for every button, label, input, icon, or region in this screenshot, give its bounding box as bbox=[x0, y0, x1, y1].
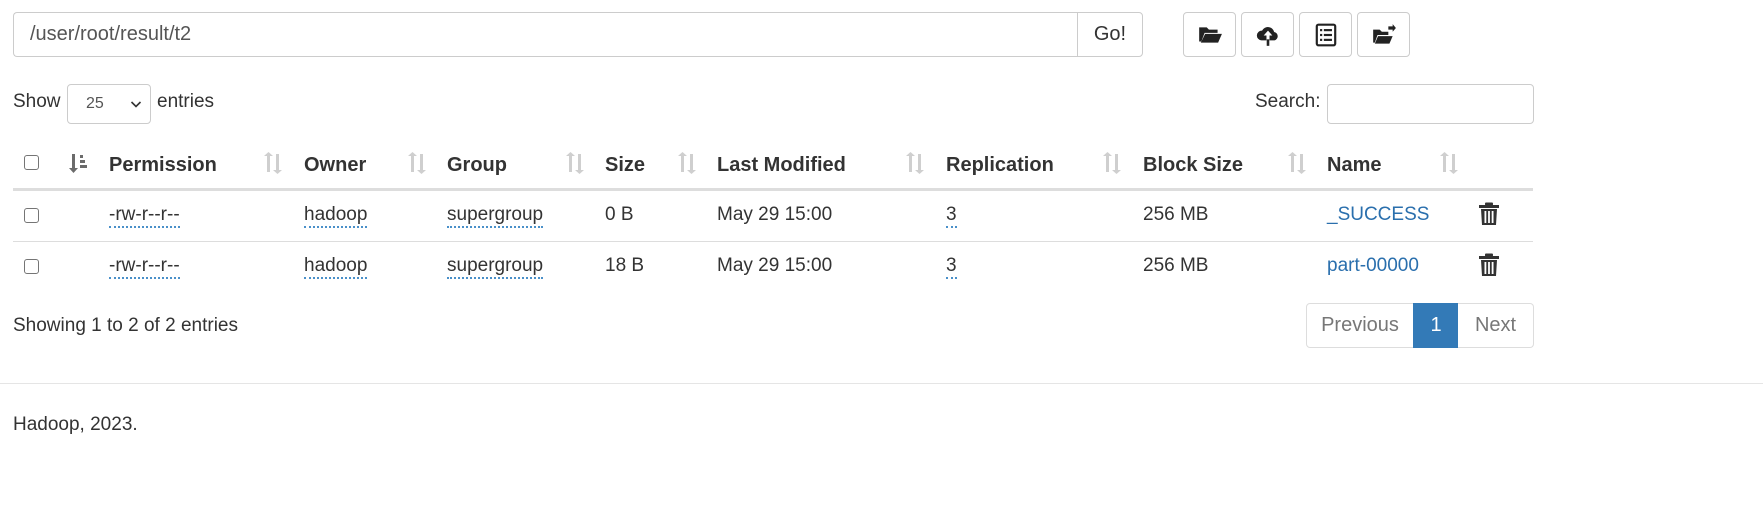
trash-icon[interactable] bbox=[1478, 202, 1500, 226]
owner-cell[interactable]: hadoop bbox=[304, 254, 368, 279]
sort-both-icon[interactable] bbox=[676, 152, 698, 174]
create-directory-button[interactable] bbox=[1183, 12, 1236, 57]
file-name-link[interactable]: part-00000 bbox=[1327, 254, 1419, 278]
table-header-divider bbox=[13, 188, 1533, 191]
column-header-block-size[interactable]: Block Size bbox=[1143, 152, 1243, 178]
block-size-cell: 256 MB bbox=[1143, 204, 1209, 225]
row-divider bbox=[13, 241, 1533, 242]
sort-both-icon[interactable] bbox=[1438, 152, 1460, 174]
show-label: Show bbox=[13, 91, 61, 112]
permission-cell[interactable]: -rw-r--r-- bbox=[109, 254, 180, 279]
column-header-last-modified[interactable]: Last Modified bbox=[717, 152, 846, 178]
page-1-button[interactable]: 1 bbox=[1413, 303, 1459, 348]
modified-cell: May 29 15:00 bbox=[717, 204, 833, 225]
sort-both-icon[interactable] bbox=[904, 152, 926, 174]
column-header-name[interactable]: Name bbox=[1327, 152, 1381, 178]
column-header-owner[interactable]: Owner bbox=[304, 152, 366, 178]
owner-cell[interactable]: hadoop bbox=[304, 203, 368, 228]
file-name-link[interactable]: _SUCCESS bbox=[1327, 203, 1429, 227]
size-cell: 18 B bbox=[605, 255, 645, 276]
next-page-button[interactable]: Next bbox=[1458, 303, 1534, 348]
footer-divider bbox=[0, 383, 1763, 384]
block-size-cell: 256 MB bbox=[1143, 255, 1209, 276]
search-label: Search: bbox=[1255, 91, 1321, 112]
modified-cell: May 29 15:00 bbox=[717, 255, 833, 276]
footer-text: Hadoop, 2023. bbox=[13, 414, 138, 435]
chevron-down-icon bbox=[130, 101, 142, 108]
row-checkbox[interactable] bbox=[24, 208, 39, 223]
replication-cell[interactable]: 3 bbox=[946, 254, 957, 279]
table-info: Showing 1 to 2 of 2 entries bbox=[13, 315, 238, 336]
column-header-size[interactable]: Size bbox=[605, 152, 645, 178]
sort-both-icon[interactable] bbox=[1101, 152, 1123, 174]
trash-icon[interactable] bbox=[1478, 253, 1500, 277]
sort-both-icon[interactable] bbox=[406, 152, 428, 174]
size-cell: 0 B bbox=[605, 204, 634, 225]
select-all-checkbox[interactable] bbox=[24, 155, 39, 170]
row-checkbox[interactable] bbox=[24, 259, 39, 274]
group-cell[interactable]: supergroup bbox=[447, 203, 544, 228]
column-header-replication[interactable]: Replication bbox=[946, 152, 1054, 178]
list-alt-icon bbox=[1315, 23, 1336, 46]
entries-label: entries bbox=[157, 91, 215, 112]
sort-both-icon[interactable] bbox=[564, 152, 586, 174]
sort-both-icon[interactable] bbox=[1286, 152, 1308, 174]
view-button[interactable] bbox=[1299, 12, 1352, 57]
permission-cell[interactable]: -rw-r--r-- bbox=[109, 203, 180, 228]
move-button[interactable] bbox=[1357, 12, 1410, 57]
replication-cell[interactable]: 3 bbox=[946, 203, 957, 228]
go-button[interactable]: Go! bbox=[1077, 12, 1143, 57]
entries-per-page-value: 25 bbox=[86, 95, 104, 112]
folder-open-icon bbox=[1198, 26, 1222, 43]
path-input[interactable] bbox=[13, 12, 1078, 57]
sort-ascending-icon[interactable] bbox=[67, 152, 89, 174]
cloud-upload-icon bbox=[1256, 26, 1278, 46]
upload-button[interactable] bbox=[1241, 12, 1294, 57]
column-header-group[interactable]: Group bbox=[447, 152, 507, 178]
search-input[interactable] bbox=[1327, 84, 1534, 124]
group-cell[interactable]: supergroup bbox=[447, 254, 544, 279]
previous-page-button[interactable]: Previous bbox=[1306, 303, 1414, 348]
column-header-permission[interactable]: Permission bbox=[109, 152, 217, 178]
folder-move-icon bbox=[1372, 23, 1396, 44]
entries-per-page-select[interactable]: 25 bbox=[67, 84, 151, 124]
sort-both-icon[interactable] bbox=[262, 152, 284, 174]
